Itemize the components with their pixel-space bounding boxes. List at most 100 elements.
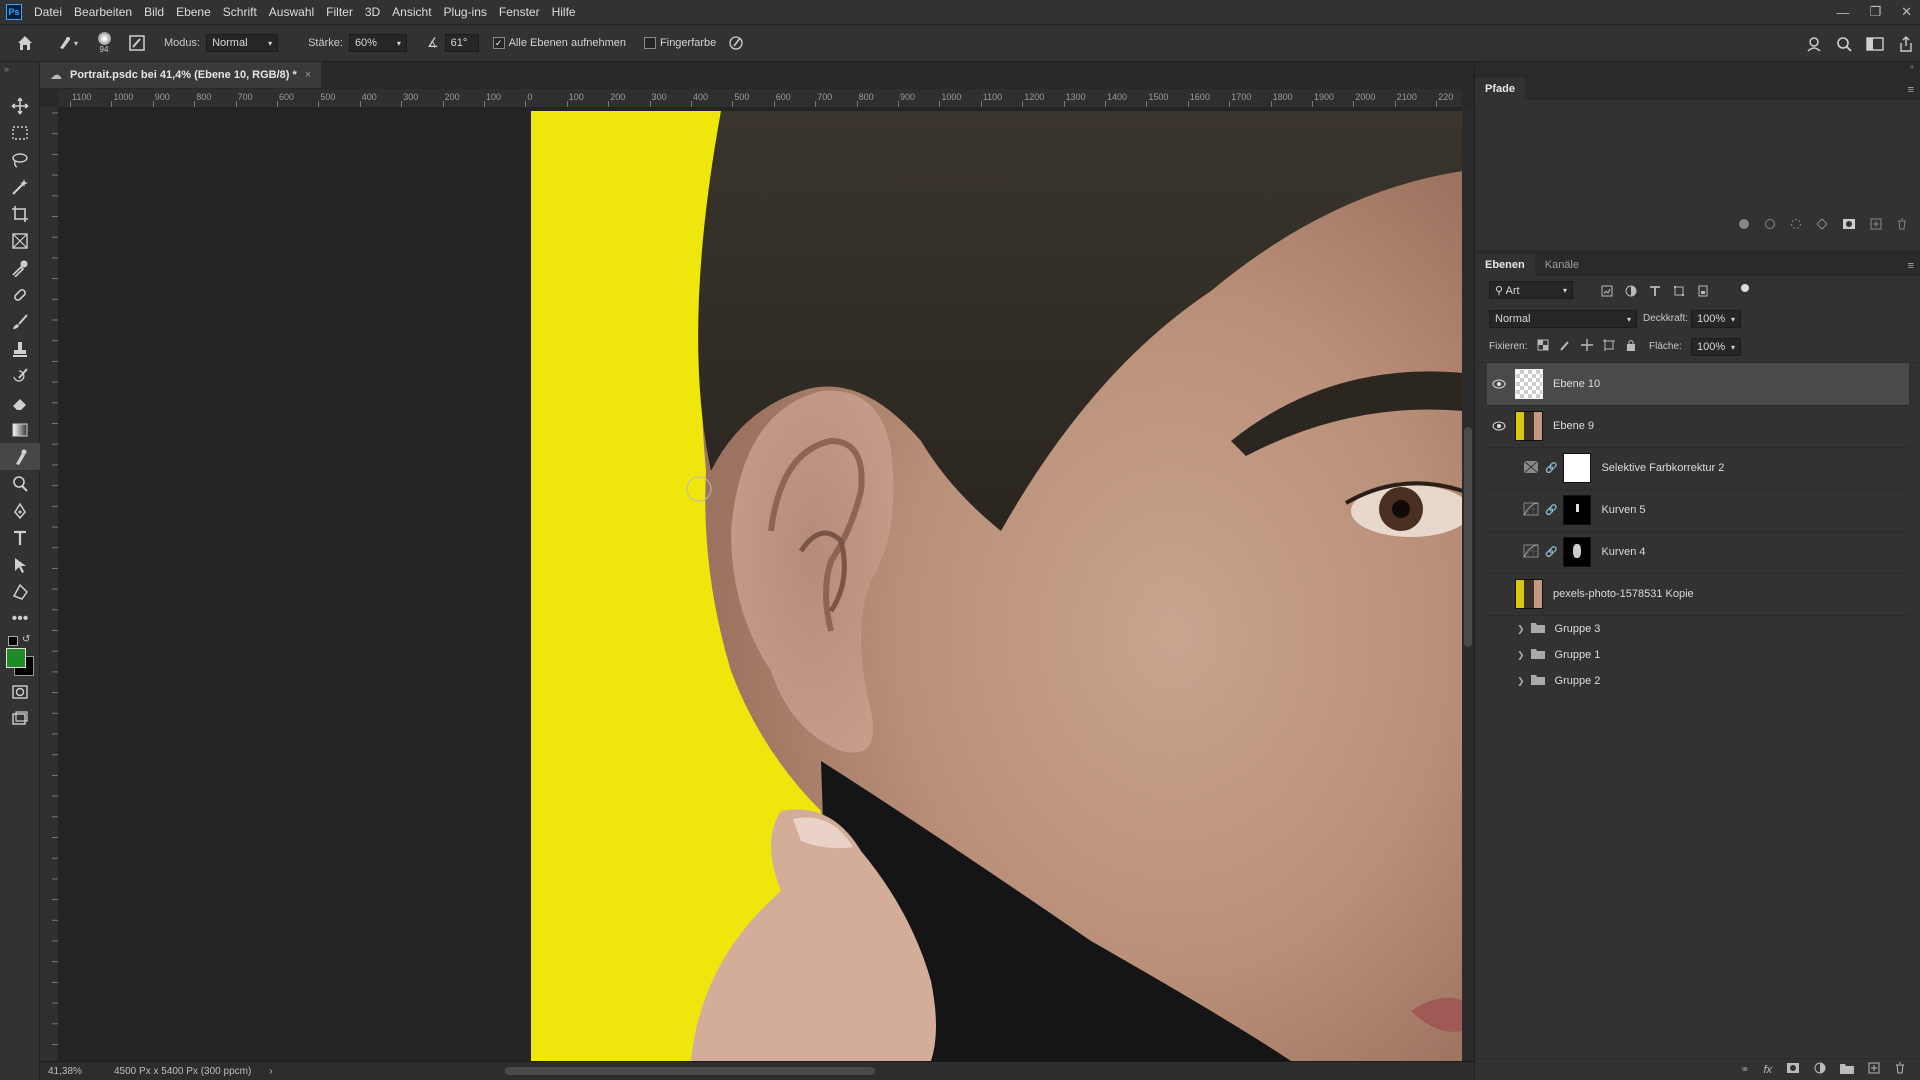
menu-datei[interactable]: Datei [28,0,68,24]
layer-mask-thumbnail[interactable] [1563,537,1592,567]
path-selection-tool-icon[interactable] [0,551,40,578]
healing-brush-tool-icon[interactable] [0,281,40,308]
search-icon[interactable] [1836,31,1852,57]
layer-mask-thumbnail[interactable] [1563,495,1592,525]
document-canvas-photo[interactable] [531,111,1462,1061]
stamp-tool-icon[interactable] [0,335,40,362]
layer-name[interactable]: Kurven 5 [1601,504,1645,516]
layer-row-ebene-9[interactable]: Ebene 9 [1487,405,1909,448]
marquee-tool-icon[interactable] [0,119,40,146]
canvas-area[interactable] [58,107,1462,1061]
menu-ansicht[interactable]: Ansicht [386,0,437,24]
lasso-tool-icon[interactable] [0,146,40,173]
layer-row-selective-color[interactable]: 🔗 Selektive Farbkorrektur 2 [1487,447,1909,490]
paths-panel-menu-icon[interactable]: ≡ [1902,84,1920,100]
link-icon[interactable]: 🔗 [1545,463,1557,474]
filter-type-icon[interactable] [1649,285,1661,300]
lock-position-icon[interactable] [1581,339,1593,354]
tab-channels[interactable]: Kanäle [1535,254,1589,276]
delete-layer-icon[interactable] [1894,1062,1906,1077]
visibility-toggle-empty[interactable] [1487,668,1511,694]
brush-settings-icon[interactable] [124,30,150,56]
selection-to-path-icon[interactable] [1816,218,1828,230]
horizontal-scrollbar-thumb[interactable] [505,1067,875,1075]
link-icon[interactable]: 🔗 [1545,547,1557,558]
filter-toggle-icon[interactable] [1741,284,1749,292]
swap-colors-icon[interactable]: ↺ [22,634,30,645]
tab-paths[interactable]: Pfade [1475,78,1525,100]
history-brush-tool-icon[interactable] [0,362,40,389]
stroke-path-icon[interactable] [1764,218,1776,230]
menu-plugins[interactable]: Plug-ins [438,0,493,24]
toolbar-collapse-icon[interactable]: » [0,62,39,92]
menu-filter[interactable]: Filter [320,0,359,24]
visibility-toggle-empty[interactable] [1487,531,1511,573]
strength-input[interactable]: 60% ▾ [348,34,407,52]
workspace-icon[interactable] [1866,31,1884,57]
pen-tool-icon[interactable] [0,497,40,524]
export-icon[interactable] [1898,31,1914,57]
share-user-icon[interactable] [1806,31,1822,57]
filter-shape-icon[interactable] [1673,285,1685,300]
visibility-toggle-empty[interactable] [1487,489,1511,531]
layer-group-gruppe-2[interactable]: ❯ Gruppe 2 [1487,668,1909,694]
status-menu-arrow[interactable]: › [269,1066,272,1077]
type-tool-icon[interactable] [0,524,40,551]
add-layer-mask-icon[interactable] [1786,1062,1800,1077]
eraser-tool-icon[interactable] [0,389,40,416]
layer-group-gruppe-3[interactable]: ❯ Gruppe 3 [1487,616,1909,642]
quick-mask-icon[interactable] [0,678,40,705]
panel-collapse-icon[interactable]: » [1475,62,1920,74]
blend-mode-select[interactable]: Normal ▾ [1489,310,1637,328]
add-mask-icon[interactable] [1842,218,1856,230]
minimize-icon[interactable]: — [1836,5,1849,20]
mode-select[interactable]: Normal ▾ [206,34,279,52]
new-adjustment-layer-icon[interactable] [1814,1062,1826,1077]
default-colors-icon[interactable] [8,636,18,646]
visibility-toggle-empty[interactable] [1487,616,1511,642]
new-group-icon[interactable] [1840,1063,1854,1077]
brush-size-picker[interactable]: 94 [84,30,124,56]
lock-transparency-icon[interactable] [1537,339,1549,354]
magic-wand-tool-icon[interactable] [0,173,40,200]
layer-effects-icon[interactable]: fx [1763,1064,1772,1076]
layer-name[interactable]: pexels-photo-1578531 Kopie [1553,588,1694,600]
layer-name[interactable]: Kurven 4 [1601,546,1645,558]
more-tools-icon[interactable]: ••• [0,605,40,632]
new-layer-icon[interactable] [1868,1062,1880,1077]
visibility-toggle-empty[interactable] [1487,573,1511,615]
menu-ebene[interactable]: Ebene [170,0,217,24]
restore-icon[interactable]: ❐ [1869,4,1881,20]
menu-bearbeiten[interactable]: Bearbeiten [68,0,138,24]
layers-panel-menu-icon[interactable]: ≡ [1902,260,1920,276]
move-tool-icon[interactable] [0,92,40,119]
sample-all-layers-checkbox[interactable]: ✓ [492,37,505,49]
dodge-tool-icon[interactable] [0,470,40,497]
lock-all-icon[interactable] [1625,339,1637,354]
new-path-icon[interactable] [1870,218,1882,230]
tab-layers[interactable]: Ebenen [1475,254,1535,276]
vertical-scrollbar[interactable] [1462,107,1474,1061]
visibility-toggle-empty[interactable] [1487,642,1511,668]
menu-3d[interactable]: 3D [359,0,386,24]
menu-hilfe[interactable]: Hilfe [546,0,582,24]
menu-fenster[interactable]: Fenster [493,0,546,24]
filter-smart-object-icon[interactable] [1697,285,1709,300]
angle-input[interactable]: 61° [444,34,479,52]
frame-tool-icon[interactable] [0,227,40,254]
link-layers-icon[interactable]: ⚭ [1740,1063,1749,1076]
layer-row-pexels-photo[interactable]: pexels-photo-1578531 Kopie [1487,573,1909,616]
layer-filter-kind-select[interactable]: ⚲ Art ▾ [1489,281,1573,299]
layer-row-kurven-5[interactable]: 🔗 Kurven 5 [1487,489,1909,532]
filter-adjustment-icon[interactable] [1625,285,1637,300]
visibility-eye-icon[interactable] [1487,405,1511,447]
filter-pixel-icon[interactable] [1601,285,1613,300]
layer-mask-thumbnail[interactable] [1563,453,1592,483]
screen-mode-icon[interactable] [0,705,40,732]
layer-group-gruppe-1[interactable]: ❯ Gruppe 1 [1487,642,1909,668]
smudge-tool-preset-icon[interactable]: ▾ [50,30,84,56]
chevron-right-icon[interactable]: ❯ [1517,676,1525,687]
gradient-tool-icon[interactable] [0,416,40,443]
smudge-tool-icon[interactable] [0,443,40,470]
visibility-eye-icon[interactable] [1487,363,1511,405]
